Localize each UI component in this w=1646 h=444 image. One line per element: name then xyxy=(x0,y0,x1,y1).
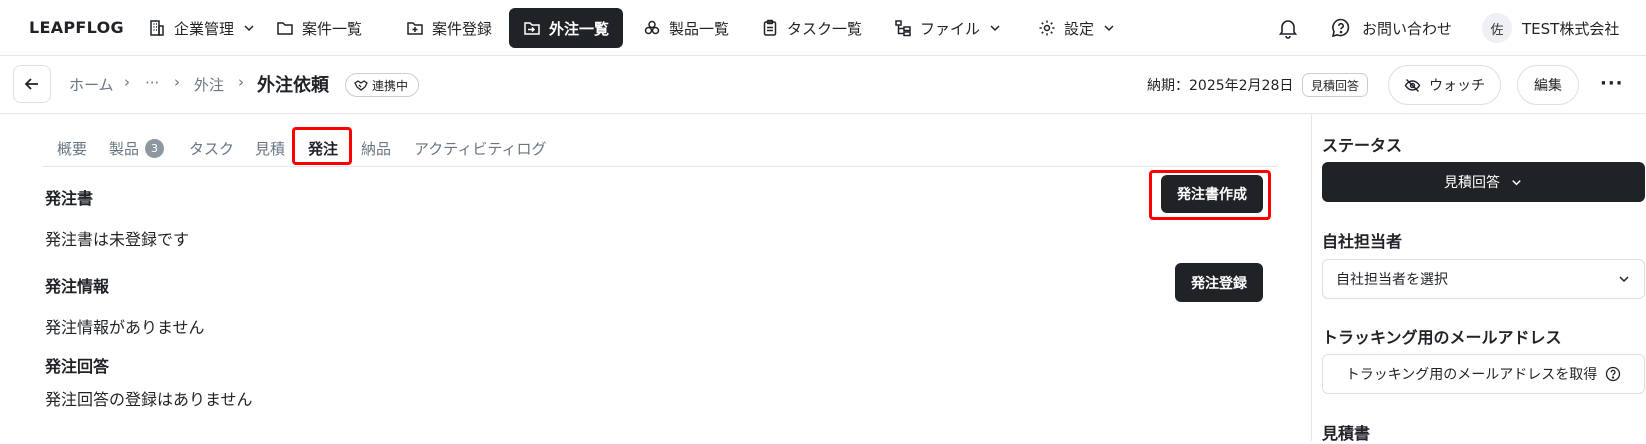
breadcrumb-separator: › xyxy=(238,73,244,91)
back-button[interactable] xyxy=(13,65,51,103)
edit-button[interactable]: 編集 xyxy=(1517,65,1579,105)
status-value: 見積回答 xyxy=(1444,175,1500,191)
assignee-select[interactable]: 自社担当者を選択 xyxy=(1322,259,1645,299)
order-info-empty: 発注情報がありません xyxy=(45,318,205,337)
tab-tasks[interactable]: タスク xyxy=(189,138,234,159)
nav-label: 外注一覧 xyxy=(549,19,610,38)
nav-label: 企業管理 xyxy=(174,19,235,38)
folder-icon xyxy=(277,22,293,35)
link-status-badge: 連携中 xyxy=(345,73,420,97)
order-reply-empty: 発注回答の登録はありません xyxy=(45,390,253,409)
nav-company-management[interactable]: 企業管理 xyxy=(134,8,270,48)
nav-label: 製品一覧 xyxy=(669,19,730,38)
register-order-button[interactable]: 発注登録 xyxy=(1175,263,1263,302)
tab-label: 納品 xyxy=(361,140,392,158)
chevron-down-icon xyxy=(1104,25,1114,32)
status-title: ステータス xyxy=(1322,136,1403,155)
tab-activity-log[interactable]: アクティビティログ xyxy=(414,138,546,159)
breadcrumb-separator: › xyxy=(124,73,130,91)
tab-overview[interactable]: 概要 xyxy=(57,138,87,159)
nav-tasks[interactable]: タスク一覧 xyxy=(747,8,876,48)
order-doc-empty: 発注書は未登録です xyxy=(45,230,190,249)
building-icon xyxy=(150,20,164,36)
nav-label: 案件登録 xyxy=(432,19,493,38)
assignee-placeholder: 自社担当者を選択 xyxy=(1336,272,1448,288)
tab-products[interactable]: 製品 3 xyxy=(109,138,165,159)
order-reply-title: 発注回答 xyxy=(45,357,110,376)
folder-plus-icon xyxy=(407,22,423,35)
gear-icon xyxy=(1039,20,1055,36)
quote-title: 見積書 xyxy=(1322,424,1371,443)
tab-count-badge: 3 xyxy=(145,139,165,158)
chevron-down-icon xyxy=(1512,179,1521,185)
tab-bar: 概要 製品 3 タスク 見積 発注 納品 アクティビティログ xyxy=(43,130,1278,167)
clipboard-icon xyxy=(763,19,777,36)
nav-settings[interactable]: 設定 xyxy=(1024,8,1130,48)
tab-label: 概要 xyxy=(57,140,88,158)
due-date: 納期：2025年2月28日 xyxy=(1147,78,1294,94)
get-tracking-email-button[interactable]: トラッキング用のメールアドレスを取得 xyxy=(1322,354,1645,394)
contact-link[interactable]: お問い合わせ xyxy=(1330,8,1452,48)
watch-label: ウォッチ xyxy=(1429,78,1485,94)
highlight-box xyxy=(292,127,352,165)
eye-off-icon xyxy=(1404,78,1421,92)
arrow-left-icon xyxy=(24,78,38,90)
tracking-title: トラッキング用のメールアドレス xyxy=(1322,328,1562,347)
handshake-icon xyxy=(354,80,368,91)
account-menu[interactable]: 佐 TEST株式会社 xyxy=(1482,8,1619,48)
assignee-title: 自社担当者 xyxy=(1322,232,1403,251)
order-info-title: 発注情報 xyxy=(45,277,110,296)
nav-files[interactable]: ファイル xyxy=(880,8,1016,48)
breadcrumb-ellipsis[interactable]: ··· xyxy=(145,74,159,92)
tab-label: アクティビティログ xyxy=(414,140,547,158)
nav-label: ファイル xyxy=(920,19,981,38)
status-badge: 見積回答 xyxy=(1302,73,1369,97)
breadcrumb-outsourcing[interactable]: 外注 xyxy=(194,74,224,95)
nav-project-register[interactable]: 案件登録 xyxy=(392,8,506,48)
page-title: 外注依頼 xyxy=(257,75,329,96)
status-dropdown[interactable]: 見積回答 xyxy=(1322,162,1645,202)
brand-logo[interactable]: LEAPFLOG xyxy=(29,18,124,37)
link-badge-label: 連携中 xyxy=(372,78,409,93)
nav-products[interactable]: 製品一覧 xyxy=(629,8,743,48)
help-circle-icon xyxy=(1606,366,1621,382)
tracking-button-label: トラッキング用のメールアドレスを取得 xyxy=(1345,367,1598,383)
tab-label: 製品 xyxy=(109,140,140,158)
breadcrumb-separator: › xyxy=(174,73,180,91)
tab-label: タスク xyxy=(189,140,235,158)
nav-label: 設定 xyxy=(1064,19,1095,38)
notification-button[interactable] xyxy=(1277,8,1299,48)
page-header: ホーム › ··· › 外注 › 外注依頼 連携中 納期：2025年2月28日 … xyxy=(0,56,1646,114)
help-chat-icon xyxy=(1331,18,1350,38)
breadcrumb-home[interactable]: ホーム xyxy=(69,74,114,95)
nav-label: タスク一覧 xyxy=(787,19,863,38)
top-navigation: LEAPFLOG 企業管理 案件一覧 案件登録 外注一覧 製品一覧 タスク一覧 … xyxy=(0,0,1646,56)
bell-icon xyxy=(1278,20,1298,39)
file-tree-icon xyxy=(895,20,911,37)
chevron-down-icon xyxy=(1619,276,1629,283)
folder-out-icon xyxy=(524,22,540,35)
contact-label: お問い合わせ xyxy=(1362,19,1453,38)
more-menu-button[interactable]: ··· xyxy=(1600,73,1624,94)
nav-label: 案件一覧 xyxy=(302,19,363,38)
tab-quotes[interactable]: 見積 xyxy=(255,138,285,159)
chevron-down-icon xyxy=(244,25,254,32)
cubes-icon xyxy=(644,20,660,35)
company-name: TEST株式会社 xyxy=(1522,19,1620,38)
order-doc-title: 発注書 xyxy=(45,189,94,208)
highlight-box xyxy=(1149,170,1271,220)
tab-label: 見積 xyxy=(255,140,286,158)
tab-deliveries[interactable]: 納品 xyxy=(361,138,391,159)
nav-projects[interactable]: 案件一覧 xyxy=(262,8,376,48)
nav-outsourcing[interactable]: 外注一覧 xyxy=(509,8,623,48)
right-sidebar: ステータス 見積回答 自社担当者 自社担当者を選択 トラッキング用のメールアドレ… xyxy=(1311,114,1646,443)
avatar: 佐 xyxy=(1482,13,1512,43)
chevron-down-icon xyxy=(990,25,1000,32)
watch-button[interactable]: ウォッチ xyxy=(1388,65,1501,105)
